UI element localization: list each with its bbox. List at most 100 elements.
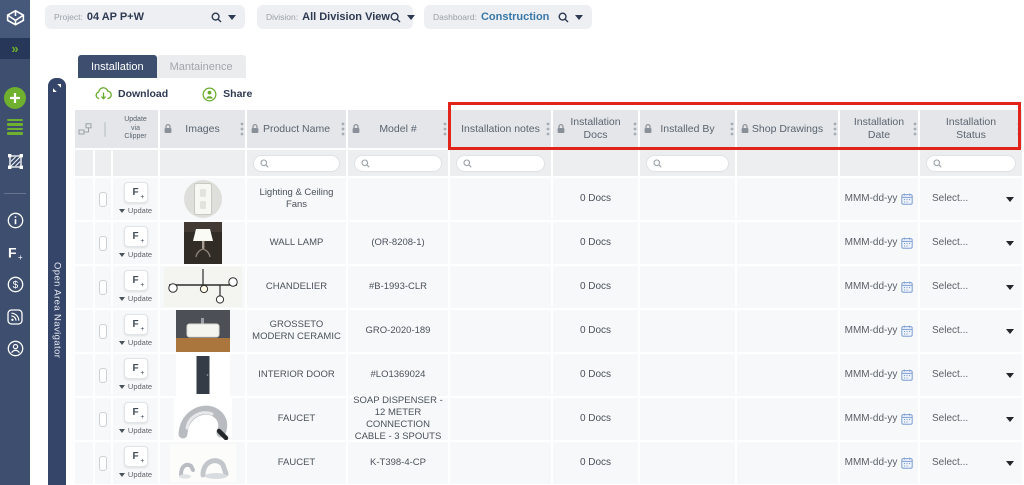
column-header-images[interactable]: Images xyxy=(160,110,245,148)
filter-input-installed_by[interactable] xyxy=(646,155,729,172)
cell-status[interactable]: Select... xyxy=(920,222,1022,264)
column-header-model[interactable]: Model # xyxy=(348,110,448,148)
cell-model[interactable]: GRO-2020-189 xyxy=(348,310,448,352)
division-select[interactable]: Division: All Division View xyxy=(257,5,413,29)
cell-docs[interactable]: 0 Docs xyxy=(553,398,638,440)
cell-model[interactable]: K-T398-4-CP xyxy=(348,442,448,484)
cell-installed_by[interactable] xyxy=(640,398,735,440)
row-checkbox[interactable] xyxy=(99,324,107,339)
cell-date[interactable]: MMM-dd-yy xyxy=(840,266,918,308)
update-dropdown[interactable]: Update xyxy=(119,382,152,391)
info-icon[interactable] xyxy=(0,206,30,236)
column-menu-icon[interactable] xyxy=(633,122,637,136)
calendar-icon[interactable] xyxy=(901,413,913,425)
cell-product[interactable]: WALL LAMP xyxy=(247,222,346,264)
clipper-update-button[interactable]: F+ xyxy=(124,402,148,423)
cell-status[interactable]: Select... xyxy=(920,354,1022,396)
column-header-product[interactable]: Product Name xyxy=(247,110,346,148)
product-image-wall-lamp[interactable] xyxy=(184,222,222,264)
add-button[interactable] xyxy=(4,87,26,109)
cell-date[interactable]: MMM-dd-yy xyxy=(840,222,918,264)
cell-status[interactable]: Select... xyxy=(920,310,1022,352)
column-menu-icon[interactable] xyxy=(833,122,837,136)
cell-date[interactable]: MMM-dd-yy xyxy=(840,354,918,396)
cell-notes[interactable] xyxy=(450,354,551,396)
area-navigator-bar[interactable]: Open Area Navigator xyxy=(48,78,66,485)
row-checkbox[interactable] xyxy=(99,368,107,383)
fohlio-f-plus-icon[interactable]: F + xyxy=(0,238,30,268)
cell-notes[interactable] xyxy=(450,222,551,264)
product-image-ceramic-sink[interactable] xyxy=(176,310,230,352)
cell-model[interactable] xyxy=(348,178,448,220)
update-dropdown[interactable]: Update xyxy=(119,426,152,435)
cell-date[interactable]: MMM-dd-yy xyxy=(840,442,918,484)
column-menu-icon[interactable] xyxy=(240,122,244,136)
cell-model[interactable]: SOAP DISPENSER - 12 METER CONNECTION CAB… xyxy=(348,398,448,440)
cell-installed_by[interactable] xyxy=(640,222,735,264)
calendar-icon[interactable] xyxy=(901,237,913,249)
cell-model[interactable]: #B-1993-CLR xyxy=(348,266,448,308)
cell-product[interactable]: FAUCET xyxy=(247,442,346,484)
calendar-icon[interactable] xyxy=(901,457,913,469)
cell-shop[interactable] xyxy=(737,398,838,440)
cell-docs[interactable]: 0 Docs xyxy=(553,178,638,220)
cell-notes[interactable] xyxy=(450,310,551,352)
cell-status[interactable]: Select... xyxy=(920,398,1022,440)
calendar-icon[interactable] xyxy=(901,325,913,337)
cell-shop[interactable] xyxy=(737,310,838,352)
product-image-chandelier[interactable] xyxy=(164,267,242,307)
cell-product[interactable]: Lighting & Ceiling Fans xyxy=(247,178,346,220)
clipper-feed-icon[interactable] xyxy=(0,302,30,332)
cell-product[interactable]: INTERIOR DOOR xyxy=(247,354,346,396)
cell-shop[interactable] xyxy=(737,354,838,396)
cell-installed_by[interactable] xyxy=(640,310,735,352)
cell-docs[interactable]: 0 Docs xyxy=(553,442,638,484)
product-image-interior-door[interactable] xyxy=(176,354,230,396)
cell-notes[interactable] xyxy=(450,398,551,440)
cell-status[interactable]: Select... xyxy=(920,266,1022,308)
account-icon[interactable] xyxy=(0,334,30,364)
update-dropdown[interactable]: Update xyxy=(119,338,152,347)
cell-shop[interactable] xyxy=(737,266,838,308)
column-header-update[interactable]: Update via Clipper xyxy=(113,110,158,148)
column-header-docs[interactable]: Installation Docs xyxy=(553,110,638,148)
cell-shop[interactable] xyxy=(737,178,838,220)
sidebar-collapse-button[interactable]: » xyxy=(0,38,30,59)
product-image-sensor-faucet[interactable] xyxy=(174,398,232,440)
filter-input-model[interactable] xyxy=(354,155,442,172)
cell-date[interactable]: MMM-dd-yy xyxy=(840,310,918,352)
area-select-icon[interactable] xyxy=(0,147,30,177)
update-dropdown[interactable]: Update xyxy=(119,250,152,259)
cell-shop[interactable] xyxy=(737,222,838,264)
row-checkbox[interactable] xyxy=(99,236,107,251)
column-header-status[interactable]: Installation Status xyxy=(920,110,1022,148)
cell-installed_by[interactable] xyxy=(640,442,735,484)
cell-installed_by[interactable] xyxy=(640,266,735,308)
column-menu-icon[interactable] xyxy=(730,122,734,136)
download-button[interactable]: Download xyxy=(95,87,168,101)
filter-input-status[interactable] xyxy=(926,155,1016,172)
cell-status[interactable]: Select... xyxy=(920,442,1022,484)
product-image-outlet-plate[interactable] xyxy=(181,178,225,220)
project-select[interactable]: Project: 04 AP P+W xyxy=(45,5,245,29)
clipper-update-button[interactable]: F+ xyxy=(124,182,148,203)
clipper-update-button[interactable]: F+ xyxy=(124,358,148,379)
calendar-icon[interactable] xyxy=(901,369,913,381)
cell-notes[interactable] xyxy=(450,178,551,220)
budget-dollar-icon[interactable]: $ xyxy=(0,270,30,300)
expand-hierarchy-icon[interactable] xyxy=(78,123,92,135)
update-dropdown[interactable]: Update xyxy=(119,294,152,303)
dashboard-select[interactable]: Dashboard: Construction xyxy=(424,5,592,29)
filter-input-product[interactable] xyxy=(253,155,340,172)
update-dropdown[interactable]: Update xyxy=(119,206,152,215)
column-header-installed_by[interactable]: Installed By xyxy=(640,110,735,148)
cell-docs[interactable]: 0 Docs xyxy=(553,222,638,264)
clipper-update-button[interactable]: F+ xyxy=(124,314,148,335)
row-checkbox[interactable] xyxy=(99,192,107,207)
cell-status[interactable]: Select... xyxy=(920,178,1022,220)
cell-docs[interactable]: 0 Docs xyxy=(553,354,638,396)
calendar-icon[interactable] xyxy=(901,281,913,293)
row-checkbox[interactable] xyxy=(99,280,107,295)
clipper-update-button[interactable]: F+ xyxy=(124,226,148,247)
row-checkbox[interactable] xyxy=(99,412,107,427)
